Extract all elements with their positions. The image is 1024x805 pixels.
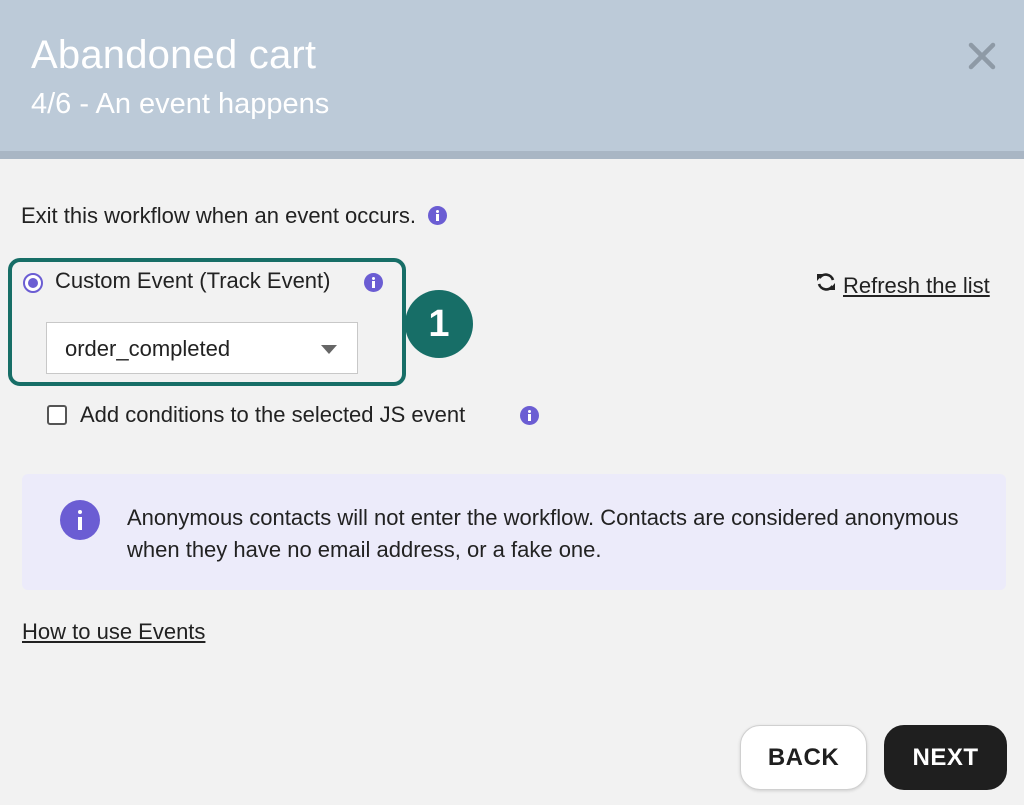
info-icon[interactable] [428,205,448,225]
chevron-down-icon [321,345,337,354]
header-divider [0,151,1024,159]
event-select[interactable]: order_completed [46,322,358,374]
conditions-label[interactable]: Add conditions to the selected JS event [80,402,465,428]
next-button[interactable]: NEXT [884,725,1007,790]
step-badge: 1 [405,290,473,358]
modal-subtitle: 4/6 - An event happens [31,88,330,120]
info-notice: Anonymous contacts will not enter the wo… [22,474,1006,590]
intro-text: Exit this workflow when an event occurs. [21,203,416,228]
back-button[interactable]: BACK [740,725,867,790]
refresh-list-link[interactable]: Refresh the list [815,273,990,299]
info-icon [60,500,100,540]
notice-text: Anonymous contacts will not enter the wo… [127,505,959,562]
modal-header: Abandoned cart 4/6 - An event happens [0,0,1024,151]
custom-event-label[interactable]: Custom Event (Track Event) [55,268,330,294]
how-to-use-events-link[interactable]: How to use Events [22,619,205,645]
refresh-icon [815,271,837,299]
event-select-value: order_completed [65,336,231,361]
conditions-checkbox[interactable] [47,405,67,425]
info-icon[interactable] [364,273,383,292]
close-icon[interactable] [962,36,1002,76]
modal-title: Abandoned cart [31,33,317,77]
custom-event-radio[interactable] [23,273,43,293]
refresh-list-label: Refresh the list [843,273,990,298]
intro-row: Exit this workflow when an event occurs. [21,203,448,229]
info-icon[interactable] [520,406,539,425]
